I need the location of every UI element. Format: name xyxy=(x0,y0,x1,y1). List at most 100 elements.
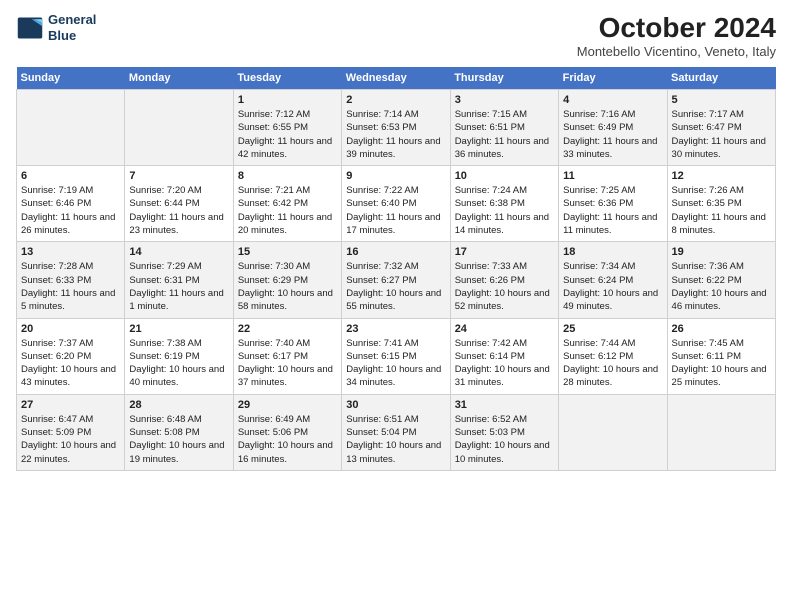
calendar-cell: 13 Sunrise: 7:28 AM Sunset: 6:33 PM Dayl… xyxy=(17,242,125,318)
calendar-cell: 26 Sunrise: 7:45 AM Sunset: 6:11 PM Dayl… xyxy=(667,318,775,394)
sunset-text: Sunset: 5:03 PM xyxy=(455,426,554,439)
sunrise-text: Sunrise: 7:24 AM xyxy=(455,184,554,197)
calendar-cell: 20 Sunrise: 7:37 AM Sunset: 6:20 PM Dayl… xyxy=(17,318,125,394)
sunset-text: Sunset: 6:51 PM xyxy=(455,121,554,134)
day-number: 25 xyxy=(563,323,662,335)
daylight-text: Daylight: 10 hours and 10 minutes. xyxy=(455,439,554,466)
sunrise-text: Sunrise: 7:20 AM xyxy=(129,184,228,197)
sunrise-text: Sunrise: 7:19 AM xyxy=(21,184,120,197)
day-number: 18 xyxy=(563,246,662,258)
sunset-text: Sunset: 6:38 PM xyxy=(455,197,554,210)
sunset-text: Sunset: 6:17 PM xyxy=(238,350,337,363)
calendar-cell xyxy=(667,394,775,470)
sunset-text: Sunset: 6:47 PM xyxy=(672,121,771,134)
day-number: 31 xyxy=(455,399,554,411)
daylight-text: Daylight: 11 hours and 23 minutes. xyxy=(129,211,228,238)
daylight-text: Daylight: 10 hours and 25 minutes. xyxy=(672,363,771,390)
calendar-cell: 11 Sunrise: 7:25 AM Sunset: 6:36 PM Dayl… xyxy=(559,166,667,242)
daylight-text: Daylight: 10 hours and 55 minutes. xyxy=(346,287,445,314)
daylight-text: Daylight: 10 hours and 16 minutes. xyxy=(238,439,337,466)
sunrise-text: Sunrise: 7:33 AM xyxy=(455,260,554,273)
daylight-text: Daylight: 11 hours and 1 minute. xyxy=(129,287,228,314)
sunset-text: Sunset: 6:40 PM xyxy=(346,197,445,210)
daylight-text: Daylight: 10 hours and 58 minutes. xyxy=(238,287,337,314)
sunrise-text: Sunrise: 7:30 AM xyxy=(238,260,337,273)
day-number: 10 xyxy=(455,170,554,182)
calendar-cell xyxy=(125,90,233,166)
daylight-text: Daylight: 10 hours and 34 minutes. xyxy=(346,363,445,390)
sunset-text: Sunset: 6:11 PM xyxy=(672,350,771,363)
logo-line2: Blue xyxy=(48,28,76,43)
col-saturday: Saturday xyxy=(667,67,775,90)
sunset-text: Sunset: 5:04 PM xyxy=(346,426,445,439)
calendar-cell: 2 Sunrise: 7:14 AM Sunset: 6:53 PM Dayli… xyxy=(342,90,450,166)
sunrise-text: Sunrise: 6:49 AM xyxy=(238,413,337,426)
calendar-cell xyxy=(559,394,667,470)
calendar-cell: 28 Sunrise: 6:48 AM Sunset: 5:08 PM Dayl… xyxy=(125,394,233,470)
sunrise-text: Sunrise: 7:28 AM xyxy=(21,260,120,273)
calendar-cell: 29 Sunrise: 6:49 AM Sunset: 5:06 PM Dayl… xyxy=(233,394,341,470)
calendar-cell: 4 Sunrise: 7:16 AM Sunset: 6:49 PM Dayli… xyxy=(559,90,667,166)
daylight-text: Daylight: 10 hours and 46 minutes. xyxy=(672,287,771,314)
day-number: 30 xyxy=(346,399,445,411)
sunset-text: Sunset: 6:20 PM xyxy=(21,350,120,363)
sunrise-text: Sunrise: 7:42 AM xyxy=(455,337,554,350)
header-row: Sunday Monday Tuesday Wednesday Thursday… xyxy=(17,67,776,90)
calendar-cell: 1 Sunrise: 7:12 AM Sunset: 6:55 PM Dayli… xyxy=(233,90,341,166)
sunset-text: Sunset: 6:24 PM xyxy=(563,274,662,287)
day-number: 1 xyxy=(238,94,337,106)
sunset-text: Sunset: 6:19 PM xyxy=(129,350,228,363)
daylight-text: Daylight: 11 hours and 11 minutes. xyxy=(563,211,662,238)
col-monday: Monday xyxy=(125,67,233,90)
sunset-text: Sunset: 6:44 PM xyxy=(129,197,228,210)
sunrise-text: Sunrise: 7:34 AM xyxy=(563,260,662,273)
day-number: 27 xyxy=(21,399,120,411)
daylight-text: Daylight: 10 hours and 19 minutes. xyxy=(129,439,228,466)
day-number: 17 xyxy=(455,246,554,258)
day-number: 2 xyxy=(346,94,445,106)
day-number: 8 xyxy=(238,170,337,182)
daylight-text: Daylight: 10 hours and 43 minutes. xyxy=(21,363,120,390)
daylight-text: Daylight: 10 hours and 37 minutes. xyxy=(238,363,337,390)
day-number: 20 xyxy=(21,323,120,335)
daylight-text: Daylight: 11 hours and 42 minutes. xyxy=(238,135,337,162)
calendar-cell: 17 Sunrise: 7:33 AM Sunset: 6:26 PM Dayl… xyxy=(450,242,558,318)
day-number: 12 xyxy=(672,170,771,182)
month-title: October 2024 xyxy=(577,12,776,44)
calendar-cell: 27 Sunrise: 6:47 AM Sunset: 5:09 PM Dayl… xyxy=(17,394,125,470)
calendar-cell xyxy=(17,90,125,166)
calendar-cell: 22 Sunrise: 7:40 AM Sunset: 6:17 PM Dayl… xyxy=(233,318,341,394)
calendar-week-5: 27 Sunrise: 6:47 AM Sunset: 5:09 PM Dayl… xyxy=(17,394,776,470)
day-number: 9 xyxy=(346,170,445,182)
calendar-body: 1 Sunrise: 7:12 AM Sunset: 6:55 PM Dayli… xyxy=(17,90,776,471)
day-number: 6 xyxy=(21,170,120,182)
calendar-week-2: 6 Sunrise: 7:19 AM Sunset: 6:46 PM Dayli… xyxy=(17,166,776,242)
col-sunday: Sunday xyxy=(17,67,125,90)
sunset-text: Sunset: 5:08 PM xyxy=(129,426,228,439)
sunrise-text: Sunrise: 6:47 AM xyxy=(21,413,120,426)
col-wednesday: Wednesday xyxy=(342,67,450,90)
sunrise-text: Sunrise: 7:16 AM xyxy=(563,108,662,121)
calendar-cell: 14 Sunrise: 7:29 AM Sunset: 6:31 PM Dayl… xyxy=(125,242,233,318)
calendar-header: Sunday Monday Tuesday Wednesday Thursday… xyxy=(17,67,776,90)
calendar-cell: 3 Sunrise: 7:15 AM Sunset: 6:51 PM Dayli… xyxy=(450,90,558,166)
calendar-week-3: 13 Sunrise: 7:28 AM Sunset: 6:33 PM Dayl… xyxy=(17,242,776,318)
daylight-text: Daylight: 10 hours and 40 minutes. xyxy=(129,363,228,390)
sunrise-text: Sunrise: 6:48 AM xyxy=(129,413,228,426)
day-number: 7 xyxy=(129,170,228,182)
day-number: 23 xyxy=(346,323,445,335)
daylight-text: Daylight: 10 hours and 13 minutes. xyxy=(346,439,445,466)
day-number: 11 xyxy=(563,170,662,182)
sunset-text: Sunset: 6:35 PM xyxy=(672,197,771,210)
sunset-text: Sunset: 6:36 PM xyxy=(563,197,662,210)
calendar-cell: 16 Sunrise: 7:32 AM Sunset: 6:27 PM Dayl… xyxy=(342,242,450,318)
daylight-text: Daylight: 11 hours and 5 minutes. xyxy=(21,287,120,314)
sunset-text: Sunset: 6:46 PM xyxy=(21,197,120,210)
calendar-cell: 10 Sunrise: 7:24 AM Sunset: 6:38 PM Dayl… xyxy=(450,166,558,242)
daylight-text: Daylight: 11 hours and 20 minutes. xyxy=(238,211,337,238)
sunset-text: Sunset: 6:14 PM xyxy=(455,350,554,363)
calendar-week-4: 20 Sunrise: 7:37 AM Sunset: 6:20 PM Dayl… xyxy=(17,318,776,394)
day-number: 15 xyxy=(238,246,337,258)
sunset-text: Sunset: 5:06 PM xyxy=(238,426,337,439)
calendar-cell: 8 Sunrise: 7:21 AM Sunset: 6:42 PM Dayli… xyxy=(233,166,341,242)
